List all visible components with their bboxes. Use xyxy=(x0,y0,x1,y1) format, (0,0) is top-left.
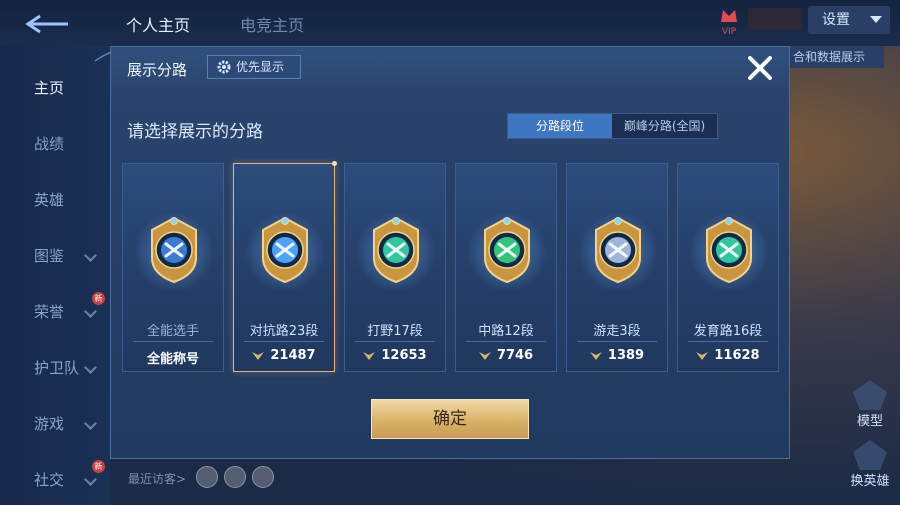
credit-strip xyxy=(748,8,802,30)
sidebar-item-label: 主页 xyxy=(34,79,65,97)
card-divider xyxy=(355,341,435,342)
farm-lane-emblem-icon xyxy=(706,216,752,284)
new-badge: 新 xyxy=(92,460,105,473)
lane-score: 1389 xyxy=(567,348,667,363)
sidebar-item[interactable]: 图鉴 xyxy=(0,240,110,270)
sidebar-item-label: 图鉴 xyxy=(34,247,65,265)
jungle-emblem-icon xyxy=(373,216,419,284)
selected-corner-marker xyxy=(332,161,337,166)
lane-score: 21487 xyxy=(234,348,334,363)
all-round-emblem-icon xyxy=(151,216,197,284)
rank-points-icon xyxy=(589,352,602,360)
lane-display-dialog: 展示分路 优先显示 请选择展示的分路 分路段位 巅峰分路(全国) 全能选手全能称… xyxy=(94,46,790,459)
sidebar-item[interactable]: 荣誉 新 xyxy=(0,292,110,326)
sidebar-item[interactable]: 战绩 xyxy=(0,128,110,158)
model-icon xyxy=(853,380,887,410)
lane-score: 11628 xyxy=(678,348,778,363)
gear-icon xyxy=(217,60,231,74)
sidebar-item[interactable]: 社交 新 xyxy=(0,460,110,494)
confirm-button[interactable]: 确定 xyxy=(371,399,529,439)
visitor-avatar[interactable] xyxy=(224,466,246,488)
lane-score-value: 11628 xyxy=(714,348,760,363)
tab-esports[interactable]: 电竞主页 xyxy=(240,12,304,36)
card-divider xyxy=(466,341,546,342)
sidebar-item[interactable]: 护卫队 xyxy=(0,352,110,382)
lane-score-value: 12653 xyxy=(381,348,427,363)
visitor-avatar[interactable] xyxy=(196,466,218,488)
settings-label: 设置 xyxy=(822,12,850,28)
dialog-subtitle: 请选择展示的分路 xyxy=(127,122,263,142)
clash-lane-emblem-icon xyxy=(262,216,308,284)
card-divider xyxy=(688,341,768,342)
sidebar-item-label: 护卫队 xyxy=(34,359,80,377)
dialog-header: 展示分路 优先显示 xyxy=(111,47,789,89)
segment-lane-rank[interactable]: 分路段位 xyxy=(508,114,612,138)
lane-score-value: 全能称号 xyxy=(146,352,199,367)
lane-score-value: 7746 xyxy=(496,348,534,363)
lane-score-value: 21487 xyxy=(270,348,316,363)
lane-score: 7746 xyxy=(456,348,556,363)
lane-rank-label: 对抗路23段 xyxy=(249,324,319,339)
data-display-hint[interactable]: 合和数据展示 xyxy=(774,46,884,68)
sidebar-item-label: 英雄 xyxy=(34,191,65,209)
lane-card[interactable]: 中路12段 7746 xyxy=(455,163,557,372)
sidebar: 主页 战绩 英雄 图鉴 荣誉新护卫队 游戏 社交新 xyxy=(0,46,110,505)
sidebar-item-label: 社交 xyxy=(34,471,65,489)
chevron-down-icon xyxy=(84,305,97,318)
chevron-down-icon xyxy=(84,361,97,374)
rank-points-icon xyxy=(363,352,376,360)
sidebar-item[interactable]: 游戏 xyxy=(0,408,110,438)
switch-hero-button[interactable]: 换英雄 xyxy=(844,440,896,489)
priority-display-label: 优先显示 xyxy=(236,60,285,74)
top-bar: 个人主页 电竞主页 VIP 设置 xyxy=(0,0,900,46)
lane-rank-label: 打野17段 xyxy=(367,324,423,339)
back-arrow-icon[interactable] xyxy=(22,12,74,36)
rank-points-icon xyxy=(696,352,709,360)
dialog-title: 展示分路 xyxy=(127,61,188,79)
segment-peak-lane[interactable]: 巅峰分路(全国) xyxy=(612,114,717,138)
lane-card[interactable]: 对抗路23段 21487 xyxy=(233,161,337,372)
chevron-down-icon xyxy=(84,417,97,430)
chevron-down-icon xyxy=(84,473,97,486)
chevron-down-icon xyxy=(870,16,882,23)
rank-points-icon xyxy=(478,352,491,360)
sidebar-item-label: 游戏 xyxy=(34,415,65,433)
settings-button[interactable]: 设置 xyxy=(808,6,890,34)
tab-profile[interactable]: 个人主页 xyxy=(126,12,190,36)
sidebar-item-label: 战绩 xyxy=(34,135,65,153)
model-label: 模型 xyxy=(856,414,883,429)
switch-hero-label: 换英雄 xyxy=(850,474,890,489)
model-button[interactable]: 模型 xyxy=(848,380,892,429)
lane-card[interactable]: 打野17段 12653 xyxy=(344,163,446,372)
lane-rank-label: 全能选手 xyxy=(146,324,199,339)
sidebar-item[interactable]: 英雄 xyxy=(0,184,110,214)
visitor-avatar[interactable] xyxy=(252,466,274,488)
lane-score: 12653 xyxy=(345,348,445,363)
lane-rank-label: 中路12段 xyxy=(478,324,534,339)
close-icon[interactable] xyxy=(745,53,775,83)
lane-score: 全能称号 xyxy=(123,348,223,367)
card-divider xyxy=(133,341,213,342)
sidebar-item[interactable]: 主页 xyxy=(0,72,110,102)
vip-badge-icon: VIP xyxy=(714,6,744,37)
mid-lane-emblem-icon xyxy=(484,216,530,284)
rank-points-icon xyxy=(252,352,265,360)
lane-card[interactable]: 发育路16段 11628 xyxy=(677,163,779,372)
new-badge: 新 xyxy=(92,292,105,305)
recent-visitors-link[interactable]: 最近访客> xyxy=(128,470,186,487)
roam-emblem-icon xyxy=(595,216,641,284)
lane-rank-label: 游走3段 xyxy=(593,324,641,339)
vip-label: VIP xyxy=(721,27,737,37)
sidebar-item-label: 荣誉 xyxy=(34,303,65,321)
lane-card[interactable]: 游走3段 1389 xyxy=(566,163,668,372)
lane-rank-label: 发育路16段 xyxy=(693,324,763,339)
lane-mode-switch: 分路段位 巅峰分路(全国) xyxy=(507,113,718,139)
switch-hero-icon xyxy=(853,440,887,470)
lane-card[interactable]: 全能选手 全能称号 xyxy=(122,163,224,372)
card-divider xyxy=(577,341,657,342)
priority-display-button[interactable]: 优先显示 xyxy=(207,55,301,79)
card-divider xyxy=(244,341,324,342)
chevron-down-icon xyxy=(84,249,97,262)
lane-score-value: 1389 xyxy=(607,348,645,363)
